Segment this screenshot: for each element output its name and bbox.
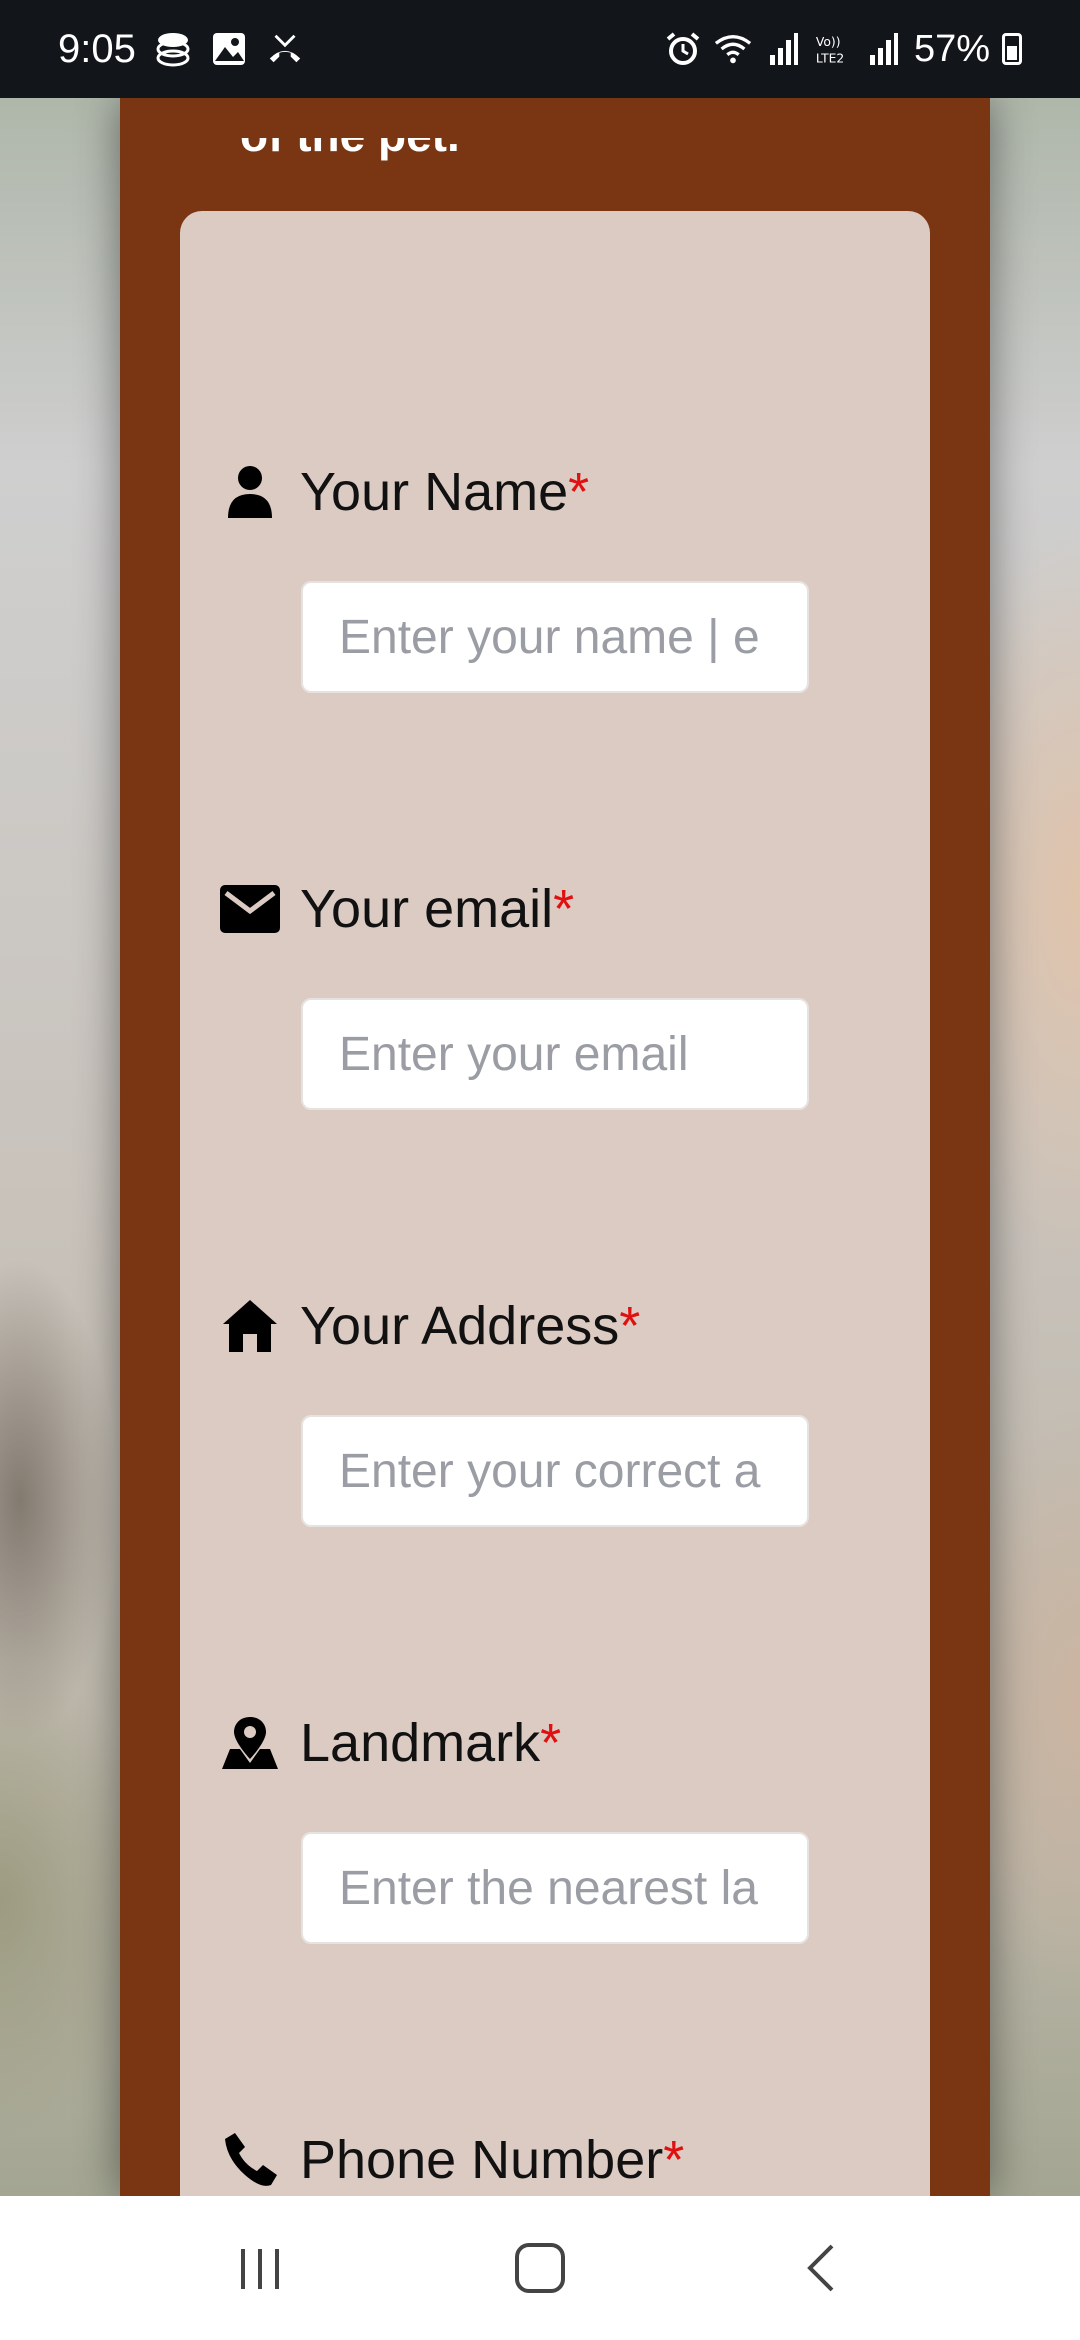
status-time: 9:05 — [58, 26, 136, 71]
email-input[interactable] — [301, 998, 809, 1110]
alarm-icon — [664, 30, 702, 68]
phone-label-text: Phone Number — [300, 2130, 664, 2190]
panel-heading-text: of the pet. — [240, 138, 460, 162]
navigation-bar — [0, 2196, 1080, 2340]
home-button-icon — [515, 2243, 565, 2293]
svg-text:LTE2: LTE2 — [816, 51, 844, 65]
status-bar: 9:05 Vo)) LTE2 57% — [0, 0, 1080, 98]
email-label: Your email* — [220, 878, 574, 940]
home-icon — [220, 1296, 280, 1356]
svg-text:Vo)): Vo)) — [816, 35, 841, 49]
address-label: Your Address* — [220, 1295, 640, 1357]
wifi-icon — [714, 30, 752, 68]
gallery-icon — [210, 30, 248, 68]
form-card: Your Name* Your email* Your Address* Lan… — [180, 211, 930, 2311]
app-notification-icon — [154, 30, 192, 68]
phone-icon — [220, 2130, 280, 2190]
address-label-text: Your Address — [300, 1296, 620, 1356]
landmark-label-text: Landmark — [300, 1713, 541, 1773]
name-label: Your Name* — [220, 461, 589, 523]
signal-icon-2 — [864, 30, 902, 68]
missed-call-icon — [266, 30, 304, 68]
landmark-input[interactable] — [301, 1832, 809, 1944]
status-right: Vo)) LTE2 57% — [664, 28, 1022, 71]
person-icon — [220, 462, 280, 522]
panel-heading: of the pet. — [240, 138, 940, 198]
address-required-marker: * — [619, 1296, 641, 1356]
email-required-marker: * — [553, 879, 575, 939]
address-input[interactable] — [301, 1415, 809, 1527]
battery-percent: 57% — [913, 27, 990, 70]
back-button[interactable] — [760, 2218, 880, 2318]
home-button[interactable] — [480, 2218, 600, 2318]
email-label-text: Your email — [300, 879, 554, 939]
phone-label: Phone Number* — [220, 2129, 684, 2191]
name-required-marker: * — [568, 462, 590, 522]
signal-icon — [764, 30, 802, 68]
back-icon — [807, 2244, 834, 2292]
phone-required-marker: * — [663, 2130, 685, 2190]
recent-apps-button[interactable] — [200, 2218, 320, 2318]
recent-apps-icon — [241, 2249, 279, 2289]
status-left: 9:05 — [58, 27, 304, 72]
name-label-text: Your Name — [300, 462, 569, 522]
mail-icon — [220, 879, 280, 939]
landmark-required-marker: * — [540, 1713, 562, 1773]
volte-icon: Vo)) LTE2 — [814, 30, 852, 68]
map-pin-icon — [220, 1713, 280, 1773]
battery-icon — [1002, 33, 1022, 65]
landmark-label: Landmark* — [220, 1712, 561, 1774]
name-input[interactable] — [301, 581, 809, 693]
